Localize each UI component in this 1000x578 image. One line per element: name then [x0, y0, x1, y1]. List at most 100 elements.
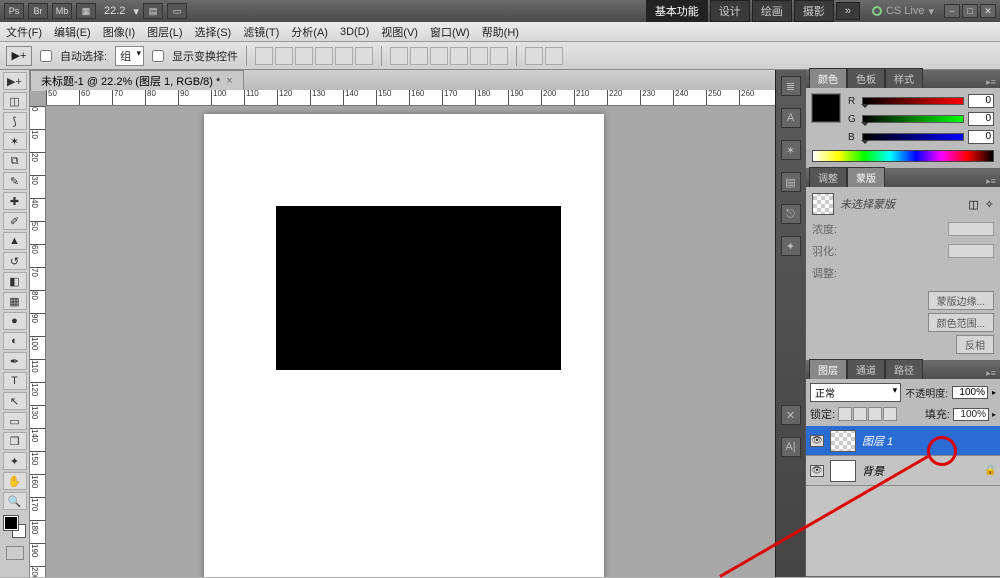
dock-icon-character[interactable]: A — [781, 108, 801, 128]
panel-menu-icon[interactable]: ▸≡ — [986, 77, 1000, 88]
dock-icon-brushpresets[interactable]: ▤ — [781, 172, 801, 192]
window-close-icon[interactable]: ✕ — [980, 4, 996, 18]
menu-filter[interactable]: 滤镜(T) — [243, 24, 279, 40]
distribute-icon-4[interactable] — [450, 47, 468, 65]
history-tool[interactable]: ↺ — [3, 252, 27, 270]
panel-menu-icon[interactable]: ▸≡ — [986, 368, 1000, 379]
tab-swatches[interactable]: 色板 — [847, 68, 885, 88]
eraser-tool[interactable]: ◧ — [3, 272, 27, 290]
align-icon-2[interactable] — [275, 47, 293, 65]
pixel-mask-icon[interactable]: ◫ — [968, 198, 978, 211]
g-value[interactable]: 0 — [968, 112, 994, 126]
workspace-essentials[interactable]: 基本功能 — [646, 0, 708, 22]
dock-icon-paragraph[interactable]: A| — [781, 437, 801, 457]
screenmode-icon[interactable]: ▭ — [167, 3, 187, 19]
color-swatch-preview[interactable] — [812, 94, 840, 122]
tab-channels[interactable]: 通道 — [847, 359, 885, 379]
heal-tool[interactable]: ✚ — [3, 192, 27, 210]
dock-icon-tools[interactable]: ✕ — [781, 405, 801, 425]
b-slider[interactable] — [862, 133, 964, 141]
arrange-icon-1[interactable] — [525, 47, 543, 65]
workspace-more[interactable]: » — [836, 2, 860, 20]
hand-tool[interactable]: ✋ — [3, 472, 27, 490]
dock-icon-navigator[interactable]: ✦ — [781, 236, 801, 256]
distribute-icon-2[interactable] — [410, 47, 428, 65]
dock-icon-history[interactable]: ≣ — [781, 76, 801, 96]
opacity-value[interactable]: 100% — [952, 386, 988, 399]
document-tab[interactable]: 未标题-1 @ 22.2% (图层 1, RGB/8) * × — [30, 70, 244, 91]
lock-position-icon[interactable] — [868, 407, 882, 421]
ruler-horizontal[interactable]: 5060708090100110120130140150160170180190… — [46, 90, 775, 106]
dock-icon-density[interactable]: ⎋ — [781, 204, 801, 224]
menu-view[interactable]: 视图(V) — [381, 24, 418, 40]
3d-camera-tool[interactable]: ✦ — [3, 452, 27, 470]
tab-adjustments[interactable]: 调整 — [809, 167, 847, 187]
lock-transparent-icon[interactable] — [838, 407, 852, 421]
distribute-icon-5[interactable] — [470, 47, 488, 65]
tab-layers[interactable]: 图层 — [809, 359, 847, 379]
fill-arrow-icon[interactable]: ▸ — [992, 410, 996, 419]
window-max-icon[interactable]: □ — [962, 4, 978, 18]
tab-paths[interactable]: 路径 — [885, 359, 923, 379]
workspace-painting[interactable]: 绘画 — [752, 0, 792, 22]
quickmask-toggle[interactable] — [6, 546, 24, 560]
brush-tool[interactable]: ✐ — [3, 212, 27, 230]
bridge-icon[interactable]: Br — [28, 3, 48, 19]
tab-styles[interactable]: 样式 — [885, 68, 923, 88]
zoom-value[interactable]: 22.2 — [100, 5, 129, 17]
lock-all-icon[interactable] — [883, 407, 897, 421]
current-tool-icon[interactable]: ▶+ — [6, 46, 32, 66]
docs-icon[interactable]: ▦ — [76, 3, 96, 19]
distribute-icon-3[interactable] — [430, 47, 448, 65]
blur-tool[interactable]: ● — [3, 312, 27, 330]
b-value[interactable]: 0 — [968, 130, 994, 144]
window-min-icon[interactable]: – — [944, 4, 960, 18]
auto-select-checkbox[interactable] — [40, 50, 52, 62]
invert-button[interactable]: 反相 — [956, 335, 994, 354]
menu-image[interactable]: 图像(I) — [103, 24, 135, 40]
menu-analysis[interactable]: 分析(A) — [291, 24, 328, 40]
menu-select[interactable]: 选择(S) — [195, 24, 232, 40]
r-value[interactable]: 0 — [968, 94, 994, 108]
menu-edit[interactable]: 编辑(E) — [54, 24, 91, 40]
tab-masks[interactable]: 蒙版 — [847, 167, 885, 187]
canvas-viewport[interactable] — [46, 106, 775, 577]
lasso-tool[interactable]: ⟆ — [3, 112, 27, 130]
close-tab-icon[interactable]: × — [226, 75, 232, 87]
minibridge-icon[interactable]: Mb — [52, 3, 72, 19]
crop-tool[interactable]: ⧉ — [3, 152, 27, 170]
distribute-icon-1[interactable] — [390, 47, 408, 65]
gradient-tool[interactable]: ▦ — [3, 292, 27, 310]
align-icon-4[interactable] — [315, 47, 333, 65]
distribute-icon-6[interactable] — [490, 47, 508, 65]
workspace-photography[interactable]: 摄影 — [794, 0, 834, 22]
vector-mask-icon[interactable]: ✧ — [985, 198, 994, 211]
shape-tool[interactable]: ▭ — [3, 412, 27, 430]
color-range-button[interactable]: 颜色范围... — [928, 313, 994, 332]
align-icon-1[interactable] — [255, 47, 273, 65]
menu-window[interactable]: 窗口(W) — [430, 24, 470, 40]
dock-icon-brushes[interactable]: ✶ — [781, 140, 801, 160]
layer-row[interactable]: 👁 背景 🔒 — [806, 456, 1000, 486]
layer-thumb[interactable] — [830, 460, 856, 482]
ruler-vertical[interactable]: 0102030405060708090100110120130140150160… — [30, 106, 46, 577]
panel-menu-icon[interactable]: ▸≡ — [986, 176, 1000, 187]
dodge-tool[interactable]: ◐ — [3, 332, 27, 350]
type-tool[interactable]: T — [3, 372, 27, 390]
viewgrid-icon[interactable]: ▤ — [143, 3, 163, 19]
stamp-tool[interactable]: ▲ — [3, 232, 27, 250]
pen-tool[interactable]: ✒ — [3, 352, 27, 370]
path-tool[interactable]: ↖ — [3, 392, 27, 410]
workspace-design[interactable]: 设计 — [710, 0, 750, 22]
arrange-icon-2[interactable] — [545, 47, 563, 65]
menu-3d[interactable]: 3D(D) — [340, 26, 369, 38]
lock-pixels-icon[interactable] — [853, 407, 867, 421]
fill-value[interactable]: 100% — [953, 408, 989, 421]
visibility-icon[interactable]: 👁 — [810, 435, 824, 447]
foreground-swatch[interactable] — [4, 516, 18, 530]
r-slider[interactable] — [862, 97, 964, 105]
layer-name[interactable]: 图层 1 — [862, 433, 996, 449]
align-icon-3[interactable] — [295, 47, 313, 65]
g-slider[interactable] — [862, 115, 964, 123]
color-swatches[interactable] — [4, 516, 26, 538]
